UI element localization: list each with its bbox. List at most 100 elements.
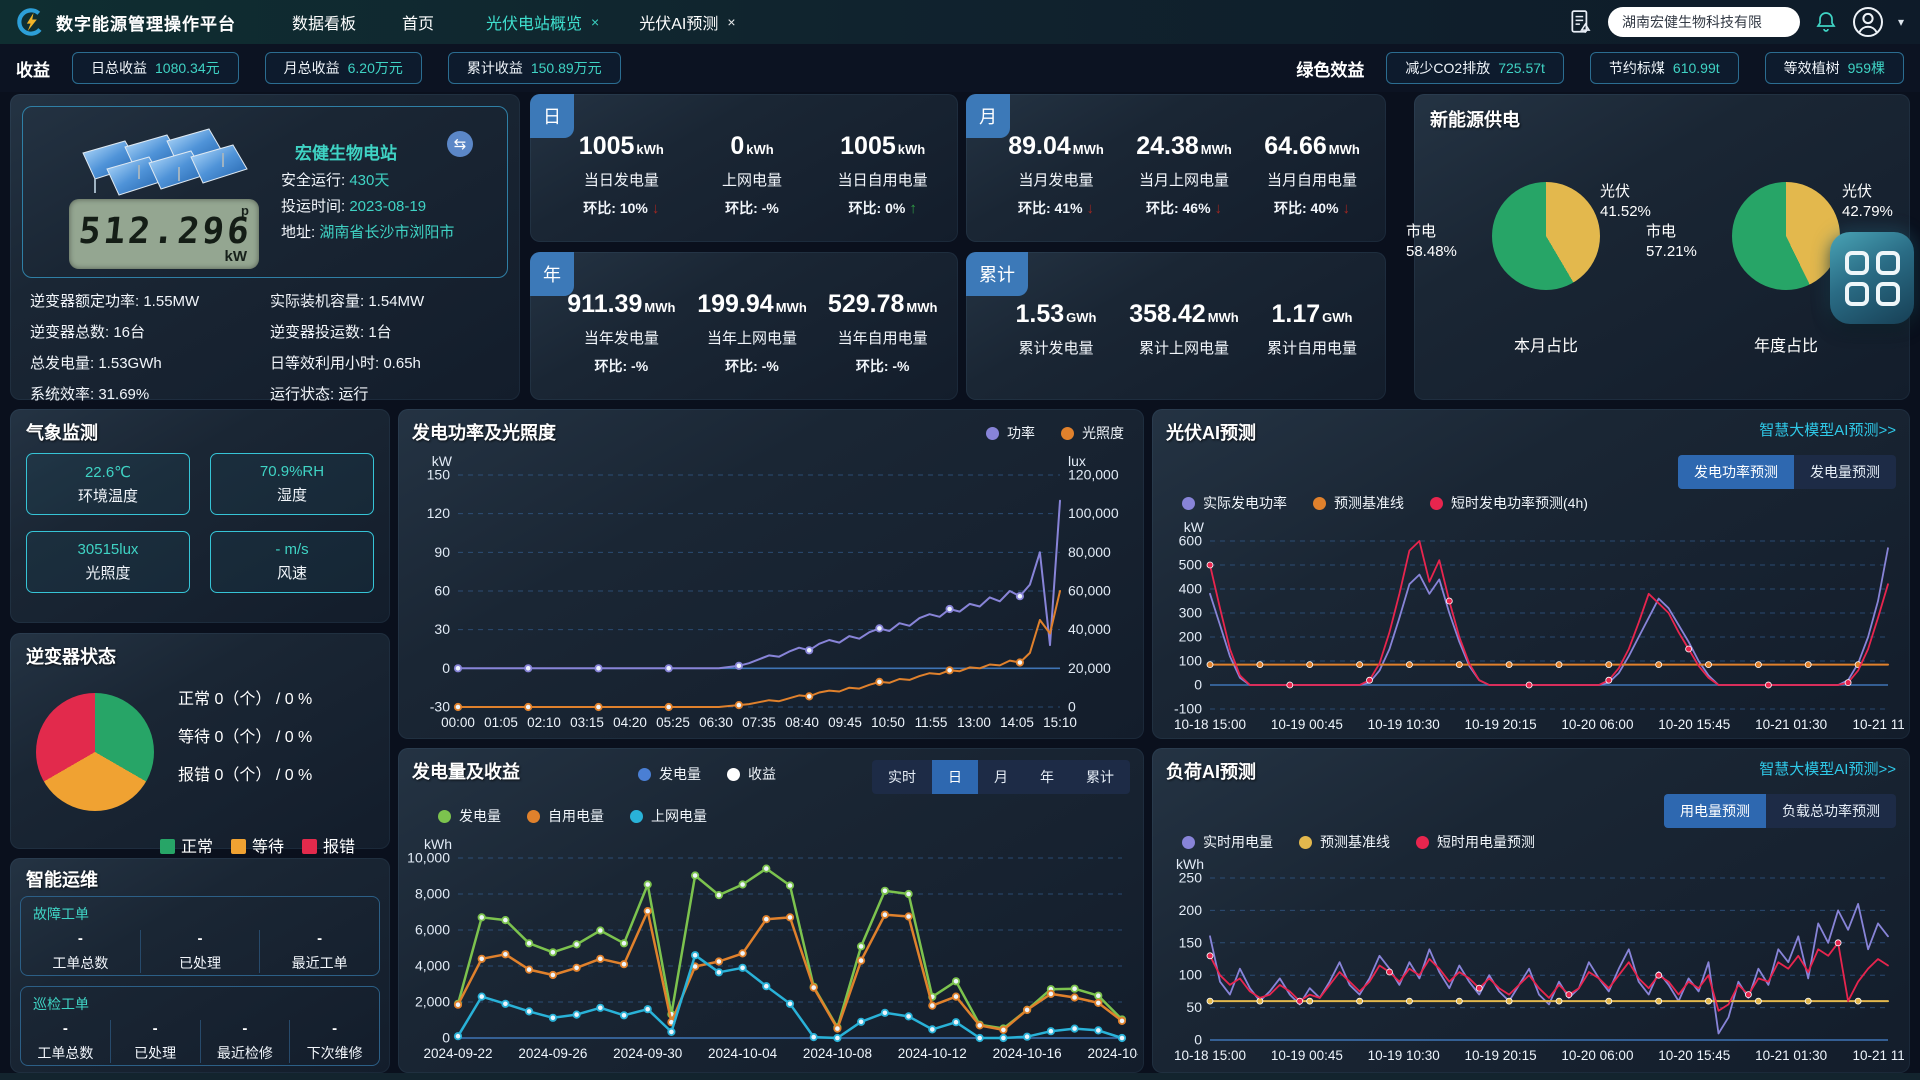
status-row: 报错 0（个） / 0 % (178, 761, 312, 785)
btn-total-load-forecast[interactable]: 负载总功率预测 (1766, 794, 1896, 828)
svg-text:10-19 00:45: 10-19 00:45 (1271, 1048, 1343, 1063)
fault-workorder-card: 故障工单 -工单总数 -已处理 -最近工单 (20, 896, 380, 976)
svg-text:0: 0 (1068, 699, 1076, 715)
legend-baseline[interactable]: 预测基准线 (1313, 493, 1404, 513)
svg-text:0: 0 (442, 1030, 450, 1046)
kpi-label: 节约标煤 (1609, 58, 1665, 78)
legend-short-term-forecast[interactable]: 短时用电量预测 (1416, 832, 1535, 852)
tab-pv-station-overview[interactable]: 光伏电站概览 × (486, 10, 599, 34)
kpi-label: 减少CO2排放 (1405, 58, 1490, 78)
legend-power[interactable]: 功率 (986, 423, 1035, 443)
detail-item: 逆变器投运数: 1台 (270, 321, 500, 342)
detail-item: 运行状态: 运行 (270, 383, 500, 404)
grid-apps-icon (1845, 251, 1900, 306)
ops-col: -最近检修 (201, 1020, 291, 1063)
panel-title: 逆变器状态 (26, 643, 116, 669)
pv-ai-forecast-panel: 光伏AI预测 智慧大模型AI预测>> 发电功率预测 发电量预测 实际发电功率 预… (1152, 409, 1910, 739)
close-tab-icon[interactable]: × (591, 14, 599, 30)
period-day[interactable]: 日 (932, 760, 978, 794)
load-forecast-chart: 250200150100500kWh10-18 15:0010-19 00:45… (1156, 854, 1904, 1066)
stat-item: 911.39MWh 当年发电量 环比: -% (556, 290, 687, 376)
nav-item-databoard[interactable]: 数据看板 (292, 10, 356, 34)
svg-text:kWh: kWh (424, 836, 452, 852)
toggle-revenue[interactable]: 收益 (727, 764, 776, 784)
station-panel: p 512.296 kW 宏健生物电站 安全运行: 430天 投运时间: 202… (10, 94, 520, 400)
svg-text:10-19 20:15: 10-19 20:15 (1465, 1048, 1537, 1063)
svg-text:0: 0 (1194, 1032, 1202, 1048)
power-irradiance-chart: 1501209060300-30120,000100,00080,00060,0… (404, 451, 1138, 733)
tab-label: 光伏AI预测 (639, 10, 718, 34)
station-details: 逆变器额定功率: 1.55MW 实际装机容量: 1.54MW 逆变器总数: 16… (30, 290, 500, 404)
chevron-down-icon[interactable]: ▾ (1898, 15, 1904, 29)
legend-generation[interactable]: 发电量 (438, 806, 501, 826)
app-logo-icon (16, 7, 46, 37)
period-month[interactable]: 月 (978, 760, 1024, 794)
kpi-bar: 收益 日总收益 1080.34元 月总收益 6.20万元 累计收益 150.89… (0, 44, 1920, 92)
legend-realtime-consumption[interactable]: 实时用电量 (1182, 832, 1273, 852)
avatar-icon[interactable] (1852, 6, 1884, 38)
legend-irradiance[interactable]: 光照度 (1061, 423, 1124, 443)
trend-down-icon: ↓ (1343, 200, 1351, 217)
stat-card-year: 年 911.39MWh 当年发电量 环比: -% 199.94MWh 当年上网电… (530, 252, 958, 400)
pie-caption-year: 年度占比 (1706, 332, 1866, 356)
kpi-trees-equivalent: 等效植树 959棵 (1765, 52, 1904, 84)
nav-item-home[interactable]: 首页 (402, 10, 434, 34)
floating-widget-button[interactable] (1830, 232, 1914, 324)
swap-station-button[interactable]: ⇆ (447, 131, 473, 157)
period-button-group: 实时 日 月 年 累计 (872, 760, 1130, 794)
company-search-value: 湖南宏健生物科技有限 (1622, 12, 1762, 32)
legend-waiting: 等待 (231, 833, 284, 857)
company-search-input[interactable]: 湖南宏健生物科技有限 (1608, 7, 1800, 37)
weather-card-irradiance: 30515lux光照度 (26, 531, 190, 593)
btn-consumption-forecast[interactable]: 用电量预测 (1664, 794, 1766, 828)
kpi-label: 累计收益 (467, 58, 523, 78)
kpi-label: 月总收益 (284, 58, 340, 78)
inverter-legend: 正常 等待 报错 (160, 833, 355, 857)
bell-icon[interactable] (1814, 10, 1838, 34)
tab-label: 光伏电站概览 (486, 10, 582, 34)
svg-text:02:10: 02:10 (527, 715, 561, 730)
legend-self-use[interactable]: 自用电量 (527, 806, 604, 826)
stat-item: 358.42MWh 累计上网电量 (1120, 300, 1248, 358)
toggle-generation[interactable]: 发电量 (638, 764, 701, 784)
legend-baseline[interactable]: 预测基准线 (1299, 832, 1390, 852)
close-tab-icon[interactable]: × (727, 14, 735, 30)
app-title: 数字能源管理操作平台 (56, 10, 236, 35)
svg-text:200: 200 (1179, 902, 1203, 918)
svg-text:10-20 15:45: 10-20 15:45 (1658, 717, 1730, 732)
legend-actual-power[interactable]: 实际发电功率 (1182, 493, 1287, 513)
ai-model-link[interactable]: 智慧大模型AI预测>> (1759, 758, 1896, 779)
stat-item: 529.78MWh 当年自用电量 环比: -% (817, 290, 948, 376)
svg-text:100: 100 (1179, 653, 1203, 669)
period-realtime[interactable]: 实时 (872, 760, 932, 794)
station-commission-date: 投运时间: 2023-08-19 (281, 195, 426, 216)
lcd-unit-label: kW (225, 248, 248, 265)
svg-text:01:05: 01:05 (484, 715, 518, 730)
green-benefit-group: 绿色效益 减少CO2排放 725.57t 节约标煤 610.99t 等效植树 9… (1296, 52, 1904, 84)
field-label: 地址: (281, 224, 315, 241)
btn-power-forecast[interactable]: 发电功率预测 (1678, 455, 1794, 489)
kpi-value: 959棵 (1848, 58, 1885, 78)
btn-energy-forecast[interactable]: 发电量预测 (1794, 455, 1896, 489)
legend-grid-feed[interactable]: 上网电量 (630, 806, 707, 826)
stat-item: 89.04MWh 当月发电量 环比: 41%↓ (992, 132, 1120, 218)
stat-item: 0kWh 上网电量 环比: -% (687, 132, 818, 218)
enterprise-report-icon[interactable] (1568, 9, 1594, 35)
ai-model-link[interactable]: 智慧大模型AI预测>> (1759, 419, 1896, 440)
period-year[interactable]: 年 (1024, 760, 1070, 794)
period-total[interactable]: 累计 (1070, 760, 1130, 794)
svg-text:8,000: 8,000 (415, 886, 450, 902)
svg-text:05:25: 05:25 (656, 715, 690, 730)
pv-forecast-button-group: 发电功率预测 发电量预测 (1678, 455, 1896, 489)
tab-pv-ai-forecast[interactable]: 光伏AI预测 × (639, 10, 735, 34)
trend-down-icon: ↓ (1215, 200, 1223, 217)
legend-short-term-forecast[interactable]: 短时发电功率预测(4h) (1430, 493, 1588, 513)
kpi-value: 6.20万元 (348, 58, 403, 78)
svg-text:60,000: 60,000 (1068, 583, 1111, 599)
panel-title: 发电量及收益 (412, 758, 520, 784)
field-value: 430天 (349, 172, 389, 189)
svg-text:00:00: 00:00 (441, 715, 475, 730)
detail-item: 逆变器额定功率: 1.55MW (30, 290, 270, 311)
svg-text:20,000: 20,000 (1068, 660, 1111, 676)
svg-text:2024-09-26: 2024-09-26 (518, 1046, 587, 1061)
